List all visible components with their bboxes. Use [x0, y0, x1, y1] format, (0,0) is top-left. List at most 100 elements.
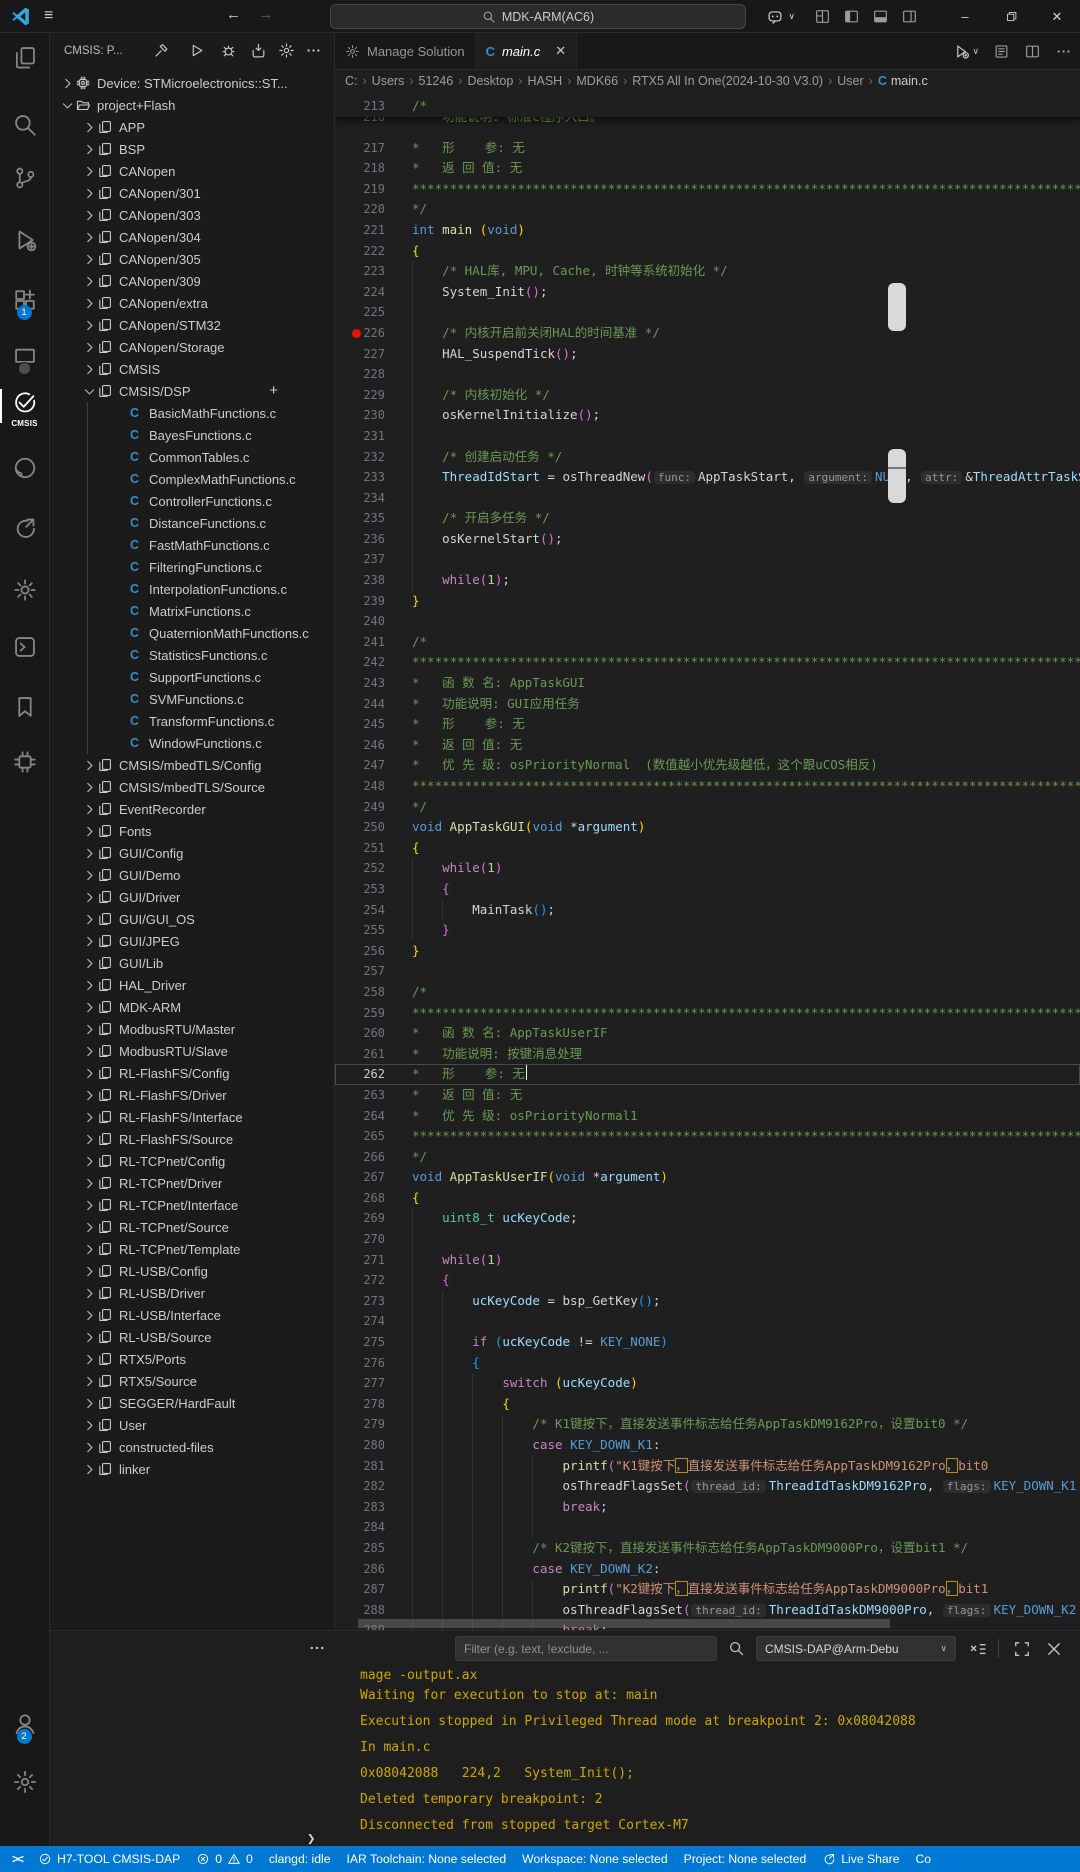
- line-number[interactable]: 221: [335, 220, 412, 241]
- code-line[interactable]: 245 * 形 参: 无: [335, 714, 1080, 735]
- line-number[interactable]: 267: [335, 1167, 412, 1188]
- line-number[interactable]: 283: [335, 1497, 412, 1518]
- code-line[interactable]: 244 * 功能说明: GUI应用任务: [335, 694, 1080, 715]
- code-line[interactable]: 223 /* HAL库, MPU, Cache, 时钟等系统初始化 */: [335, 261, 1080, 282]
- line-number[interactable]: 274: [335, 1311, 412, 1332]
- code-line[interactable]: 246 * 返 回 值: 无: [335, 735, 1080, 756]
- add-file-icon[interactable]: +: [269, 382, 278, 399]
- tree-item-rl-usb-interface[interactable]: RL-USB/Interface: [50, 1304, 334, 1326]
- more-icon[interactable]: [305, 42, 322, 59]
- forward-icon[interactable]: →: [258, 6, 273, 23]
- tree-item-rl-flashfs-interface[interactable]: RL-FlashFS/Interface: [50, 1106, 334, 1128]
- line-number[interactable]: 252: [335, 858, 412, 879]
- code-line[interactable]: 232 /* 创建启动任务 */: [335, 446, 1080, 468]
- code-line[interactable]: 253 {: [335, 878, 1080, 900]
- activity-item-node-gear[interactable]: [0, 577, 49, 606]
- clear-console-icon[interactable]: [968, 1639, 988, 1659]
- run-debug-file-button[interactable]: ∨: [953, 43, 979, 60]
- activity-item-extensions[interactable]: 1: [0, 287, 49, 320]
- line-number[interactable]: 264: [335, 1106, 412, 1127]
- tree-item-quaternionmathfunctions-c[interactable]: C QuaternionMathFunctions.c: [50, 622, 334, 644]
- tree-item-gui-demo[interactable]: GUI/Demo: [50, 864, 334, 886]
- tree-item-gui-lib[interactable]: GUI/Lib: [50, 952, 334, 974]
- split-editor-icon[interactable]: [1024, 43, 1041, 60]
- tree-item-rl-flashfs-driver[interactable]: RL-FlashFS/Driver: [50, 1084, 334, 1106]
- code-line[interactable]: 216* 功能说明: 标准C程序入口。: [335, 117, 1080, 138]
- line-number[interactable]: 286: [335, 1559, 412, 1580]
- tree-item-basicmathfunctions-c[interactable]: C BasicMathFunctions.c: [50, 402, 334, 424]
- line-number[interactable]: 261: [335, 1044, 412, 1065]
- toggle-panel-icon[interactable]: [872, 8, 889, 25]
- toggle-sidebar-icon[interactable]: [843, 8, 860, 25]
- breadcrumb-item[interactable]: Desktop: [467, 74, 513, 88]
- line-number[interactable]: 257: [335, 961, 412, 982]
- code-line[interactable]: 268{: [335, 1188, 1080, 1209]
- tree-item-rl-tcpnet-driver[interactable]: RL-TCPnet/Driver: [50, 1172, 334, 1194]
- copilot-button[interactable]: ∨: [766, 0, 795, 33]
- line-number[interactable]: 233: [335, 467, 412, 488]
- code-line[interactable]: 250 void AppTaskGUI(void *argument): [335, 817, 1080, 838]
- line-number[interactable]: 245: [335, 714, 412, 735]
- line-number[interactable]: 247: [335, 755, 412, 776]
- line-number[interactable]: 244: [335, 694, 412, 715]
- tree-item-canopen-305[interactable]: CANopen/305: [50, 248, 334, 270]
- line-number[interactable]: 249: [335, 797, 412, 818]
- line-number[interactable]: 242: [335, 652, 412, 673]
- code-line[interactable]: 269 uint8_t ucKeyCode;: [335, 1208, 1080, 1230]
- tree-item-canopen-stm32[interactable]: CANopen/STM32: [50, 314, 334, 336]
- line-number[interactable]: 219: [335, 179, 412, 200]
- maximize-panel-icon[interactable]: [1012, 1639, 1032, 1659]
- code-line[interactable]: 213/*: [335, 96, 1080, 117]
- breadcrumb-item[interactable]: HASH: [527, 74, 562, 88]
- line-number[interactable]: 217: [335, 138, 412, 159]
- tree-item-modbusrtu-slave[interactable]: ModbusRTU/Slave: [50, 1040, 334, 1062]
- status-workspace[interactable]: Workspace: None selected: [514, 1846, 675, 1872]
- activity-item-github[interactable]: [0, 455, 49, 484]
- play-icon[interactable]: [188, 42, 205, 59]
- code-line[interactable]: 281 printf("K1键按下，直接发送事件标志给任务AppTaskDM91…: [335, 1455, 1080, 1477]
- tree-item-transformfunctions-c[interactable]: C TransformFunctions.c: [50, 710, 334, 732]
- loadbox-icon[interactable]: [250, 42, 267, 59]
- line-number[interactable]: 263: [335, 1085, 412, 1106]
- code-line[interactable]: 225: [335, 302, 1080, 323]
- tree-item-mdk-arm[interactable]: MDK-ARM: [50, 996, 334, 1018]
- line-number[interactable]: 220: [335, 199, 412, 220]
- tree-item-cmsis[interactable]: CMSIS: [50, 358, 334, 380]
- line-number[interactable]: 237: [335, 549, 412, 570]
- tree-item-constructed-files[interactable]: constructed-files: [50, 1436, 334, 1458]
- tree-item-bayesfunctions-c[interactable]: C BayesFunctions.c: [50, 424, 334, 446]
- code-line[interactable]: 275 if (ucKeyCode != KEY_NONE): [335, 1332, 1080, 1353]
- activity-item-search[interactable]: [0, 112, 49, 141]
- tree-item-fonts[interactable]: Fonts: [50, 820, 334, 842]
- line-number[interactable]: 284: [335, 1517, 412, 1538]
- tree-item-gui-jpeg[interactable]: GUI/JPEG: [50, 930, 334, 952]
- code-line[interactable]: 231: [335, 425, 1080, 447]
- code-line[interactable]: 243 * 函 数 名: AppTaskGUI: [335, 673, 1080, 694]
- code-line[interactable]: 286 case KEY_DOWN_K2:: [335, 1558, 1080, 1580]
- line-number[interactable]: 235: [335, 508, 412, 529]
- tree-item-modbusrtu-master[interactable]: ModbusRTU/Master: [50, 1018, 334, 1040]
- line-number[interactable]: 270: [335, 1229, 412, 1250]
- tree-item-rl-flashfs-source[interactable]: RL-FlashFS/Source: [50, 1128, 334, 1150]
- line-number[interactable]: 259: [335, 1003, 412, 1024]
- line-number[interactable]: 222: [335, 241, 412, 262]
- line-number[interactable]: 268: [335, 1188, 412, 1209]
- line-number[interactable]: 216: [335, 117, 412, 138]
- code-line[interactable]: 238 while(1);: [335, 570, 1080, 591]
- tree-item-project-flash[interactable]: project+Flash: [50, 94, 334, 116]
- breakpoint-dot[interactable]: [352, 328, 361, 338]
- activity-item-explorer[interactable]: [0, 44, 49, 73]
- line-number[interactable]: 230: [335, 405, 412, 426]
- line-number[interactable]: 224: [335, 282, 412, 303]
- tree-item-canopen-storage[interactable]: CANopen/Storage: [50, 336, 334, 358]
- horizontal-scrollbar[interactable]: [358, 1619, 890, 1628]
- line-number[interactable]: 288: [335, 1600, 412, 1621]
- breadcrumb-item[interactable]: C:: [345, 74, 358, 88]
- tree-item-app[interactable]: APP: [50, 116, 334, 138]
- line-number[interactable]: 256: [335, 941, 412, 962]
- activity-item-cmsis[interactable]: CMSIS: [0, 389, 49, 428]
- code-line[interactable]: 234: [335, 487, 1080, 509]
- code-line[interactable]: 277 switch (ucKeyCode): [335, 1373, 1080, 1394]
- line-number[interactable]: 231: [335, 426, 412, 447]
- hammer-icon[interactable]: [153, 42, 170, 59]
